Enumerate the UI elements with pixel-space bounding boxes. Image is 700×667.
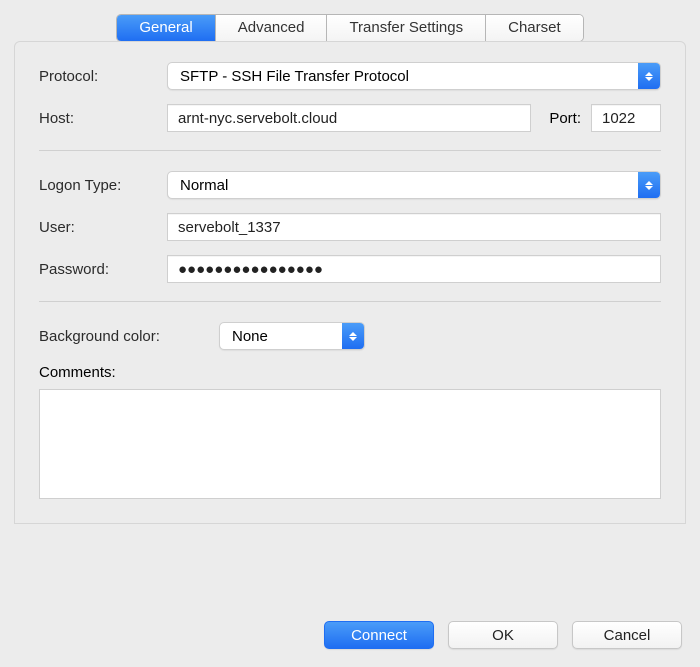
tab-segment: General Advanced Transfer Settings Chars…	[116, 14, 583, 42]
password-label: Password:	[39, 261, 167, 278]
logon-type-dropdown[interactable]: Normal	[167, 171, 661, 199]
ok-button[interactable]: OK	[448, 621, 558, 649]
comments-label: Comments:	[39, 364, 116, 381]
port-label: Port:	[549, 110, 581, 127]
protocol-label: Protocol:	[39, 68, 167, 85]
bg-color-value: None	[232, 328, 268, 345]
logon-type-label: Logon Type:	[39, 177, 167, 194]
footer-actions: Connect OK Cancel	[324, 621, 682, 649]
protocol-value: SFTP - SSH File Transfer Protocol	[180, 68, 409, 85]
dropdown-arrows-icon	[342, 323, 364, 349]
user-input[interactable]	[167, 213, 661, 241]
host-input[interactable]	[167, 104, 531, 132]
comments-textarea[interactable]	[39, 389, 661, 499]
bg-color-label: Background color:	[39, 328, 219, 345]
bg-color-dropdown[interactable]: None	[219, 322, 365, 350]
logon-type-value: Normal	[180, 177, 228, 194]
host-label: Host:	[39, 110, 167, 127]
connect-button[interactable]: Connect	[324, 621, 434, 649]
protocol-dropdown[interactable]: SFTP - SSH File Transfer Protocol	[167, 62, 661, 90]
tab-general[interactable]: General	[117, 15, 215, 41]
user-label: User:	[39, 219, 167, 236]
separator	[39, 301, 661, 302]
tab-strip: General Advanced Transfer Settings Chars…	[0, 0, 700, 42]
separator	[39, 150, 661, 151]
dropdown-arrows-icon	[638, 63, 660, 89]
cancel-button[interactable]: Cancel	[572, 621, 682, 649]
dropdown-arrows-icon	[638, 172, 660, 198]
tab-transfer[interactable]: Transfer Settings	[327, 15, 486, 41]
general-panel: Protocol: SFTP - SSH File Transfer Proto…	[14, 41, 686, 524]
tab-charset[interactable]: Charset	[486, 15, 583, 41]
port-input[interactable]	[591, 104, 661, 132]
password-input[interactable]	[167, 255, 661, 283]
tab-advanced[interactable]: Advanced	[216, 15, 328, 41]
